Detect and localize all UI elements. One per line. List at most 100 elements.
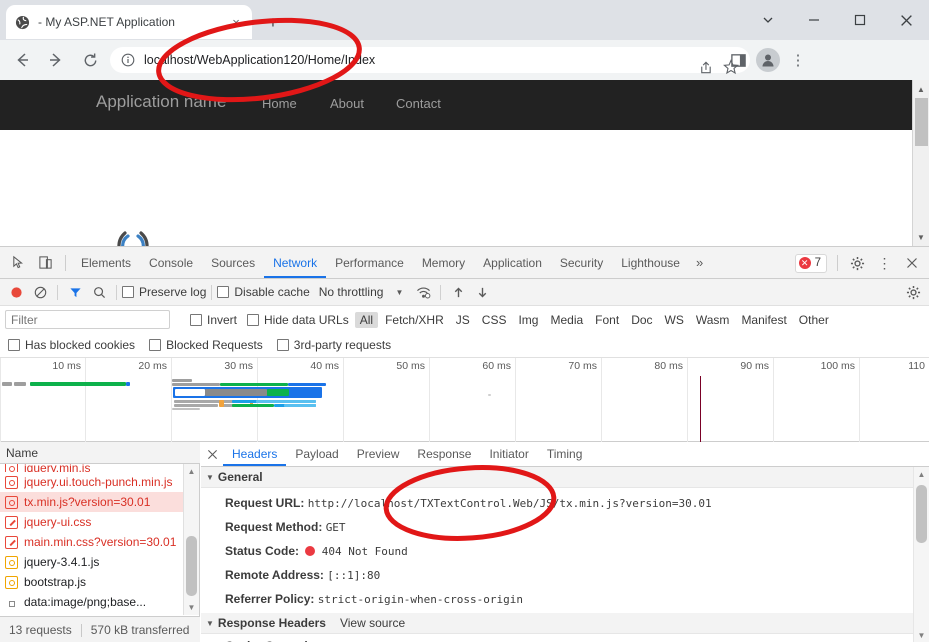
- tab-application[interactable]: Application: [474, 247, 551, 278]
- checkbox[interactable]: [8, 339, 20, 351]
- scroll-thumb[interactable]: [916, 485, 927, 543]
- table-row[interactable]: tx.min.js?version=30.01: [0, 492, 184, 512]
- detail-scrollbar[interactable]: ▲ ▼: [913, 467, 929, 642]
- invert-checkbox[interactable]: Invert: [190, 313, 237, 327]
- filter-type-img[interactable]: Img: [513, 312, 543, 328]
- search-icon[interactable]: [87, 280, 111, 304]
- chevron-down-icon[interactable]: ▼: [395, 288, 403, 297]
- table-row[interactable]: jquery.ui.touch-punch.min.js: [0, 472, 184, 492]
- table-row[interactable]: data:image/png;base...: [0, 592, 184, 612]
- filter-type-doc[interactable]: Doc: [626, 312, 657, 328]
- disable-cache-checkbox[interactable]: Disable cache: [217, 285, 310, 299]
- reload-button[interactable]: [76, 46, 104, 74]
- scroll-up-icon[interactable]: ▲: [184, 464, 199, 479]
- filter-type-fetch-xhr[interactable]: Fetch/XHR: [380, 312, 449, 328]
- filter-type-manifest[interactable]: Manifest: [736, 312, 791, 328]
- filter-type-ws[interactable]: WS: [660, 312, 689, 328]
- scroll-up-icon[interactable]: ▲: [914, 467, 929, 482]
- table-row[interactable]: main.min.css?version=30.01: [0, 532, 184, 552]
- tab-lighthouse[interactable]: Lighthouse: [612, 247, 689, 278]
- scroll-up-icon[interactable]: ▲: [913, 81, 929, 97]
- tab-close-icon[interactable]: ×: [228, 14, 244, 30]
- clear-icon[interactable]: [28, 280, 52, 304]
- filter-input[interactable]: [5, 310, 170, 329]
- forward-button[interactable]: [42, 46, 70, 74]
- detail-tab-response[interactable]: Response: [408, 442, 480, 466]
- device-toolbar-icon[interactable]: [32, 250, 59, 276]
- third-party-requests-checkbox[interactable]: 3rd-party requests: [276, 338, 391, 352]
- table-row[interactable]: jquery-ui.css: [0, 512, 184, 532]
- tab-memory[interactable]: Memory: [413, 247, 474, 278]
- filter-type-media[interactable]: Media: [545, 312, 588, 328]
- scroll-down-icon[interactable]: ▼: [184, 600, 199, 615]
- address-bar[interactable]: localhost/WebApplication120/Home/Index: [110, 47, 750, 75]
- filter-type-font[interactable]: Font: [590, 312, 624, 328]
- detail-tab-preview[interactable]: Preview: [348, 442, 409, 466]
- more-tabs-icon[interactable]: »: [689, 255, 710, 270]
- profile-avatar-icon[interactable]: [753, 47, 783, 73]
- site-brand[interactable]: Application name: [96, 92, 226, 112]
- detail-tab-initiator[interactable]: Initiator: [480, 442, 537, 466]
- wifi-icon[interactable]: [411, 280, 435, 304]
- scroll-down-icon[interactable]: ▼: [913, 229, 929, 245]
- filter-funnel-icon[interactable]: [63, 280, 87, 304]
- preserve-log-checkbox[interactable]: Preserve log: [122, 285, 206, 299]
- hide-data-urls-checkbox[interactable]: Hide data URLs: [247, 313, 349, 327]
- tab-elements[interactable]: Elements: [72, 247, 140, 278]
- scroll-thumb[interactable]: [186, 536, 197, 596]
- tab-security[interactable]: Security: [551, 247, 612, 278]
- filter-type-js[interactable]: JS: [451, 312, 475, 328]
- page-scrollbar[interactable]: ▲ ▼: [912, 80, 929, 246]
- request-list-scrollbar[interactable]: ▲ ▼: [183, 464, 199, 615]
- site-nav-about[interactable]: About: [330, 96, 364, 111]
- tab-network[interactable]: Network: [264, 247, 326, 278]
- checkbox[interactable]: [276, 339, 289, 351]
- side-panel-icon[interactable]: [723, 47, 753, 73]
- devtools-menu-icon[interactable]: ⋮: [871, 250, 898, 276]
- import-har-icon[interactable]: [446, 280, 470, 304]
- filter-type-all[interactable]: All: [354, 311, 379, 328]
- site-nav-home[interactable]: Home: [262, 96, 297, 111]
- export-har-icon[interactable]: [470, 280, 494, 304]
- scroll-down-icon[interactable]: ▼: [914, 628, 929, 642]
- detail-tab-timing[interactable]: Timing: [538, 442, 592, 466]
- table-row[interactable]: bootstrap.js: [0, 572, 184, 592]
- maximize-button[interactable]: [837, 0, 883, 40]
- view-source-link[interactable]: View source: [340, 616, 405, 630]
- response-headers-section-header[interactable]: ▼ Response Headers View source: [201, 613, 913, 634]
- new-tab-button[interactable]: +: [262, 11, 284, 33]
- filter-type-wasm[interactable]: Wasm: [691, 312, 735, 328]
- network-overview-timeline[interactable]: 10 ms 20 ms 30 ms 40 ms 50 ms 60 ms 70 m…: [0, 358, 929, 442]
- tab-console[interactable]: Console: [140, 247, 202, 278]
- tab-sources[interactable]: Sources: [202, 247, 264, 278]
- gear-icon[interactable]: [844, 250, 871, 276]
- error-badge[interactable]: ✕ 7: [794, 253, 827, 273]
- detail-tab-payload[interactable]: Payload: [286, 442, 347, 466]
- checkbox[interactable]: [247, 313, 260, 326]
- share-icon[interactable]: [692, 54, 718, 80]
- close-detail-icon[interactable]: [201, 442, 223, 466]
- table-row[interactable]: jquery-3.4.1.js: [0, 552, 184, 572]
- network-settings-gear-icon[interactable]: [901, 280, 925, 304]
- table-row[interactable]: jquery.min.js: [0, 464, 184, 472]
- throttling-dropdown[interactable]: No throttling: [319, 285, 384, 299]
- checkbox[interactable]: [122, 286, 134, 298]
- tab-performance[interactable]: Performance: [326, 247, 413, 278]
- record-button[interactable]: [4, 280, 28, 304]
- scroll-thumb[interactable]: [915, 98, 928, 146]
- filter-type-css[interactable]: CSS: [477, 312, 512, 328]
- general-section-header[interactable]: ▼ General: [201, 467, 913, 488]
- blocked-requests-checkbox[interactable]: Blocked Requests: [149, 338, 263, 352]
- minimize-button[interactable]: [791, 0, 837, 40]
- checkbox[interactable]: [149, 339, 162, 351]
- site-nav-contact[interactable]: Contact: [396, 96, 441, 111]
- inspect-element-icon[interactable]: [5, 250, 32, 276]
- column-header-name[interactable]: Name: [0, 442, 200, 464]
- checkbox[interactable]: [190, 313, 202, 326]
- has-blocked-cookies-checkbox[interactable]: Has blocked cookies: [8, 338, 135, 352]
- info-circle-icon[interactable]: [120, 52, 136, 68]
- browser-tab[interactable]: - My ASP.NET Application ×: [6, 5, 252, 39]
- detail-tab-headers[interactable]: Headers: [223, 442, 286, 466]
- close-devtools-icon[interactable]: [898, 250, 925, 276]
- browser-menu-icon[interactable]: ⋮: [783, 47, 813, 73]
